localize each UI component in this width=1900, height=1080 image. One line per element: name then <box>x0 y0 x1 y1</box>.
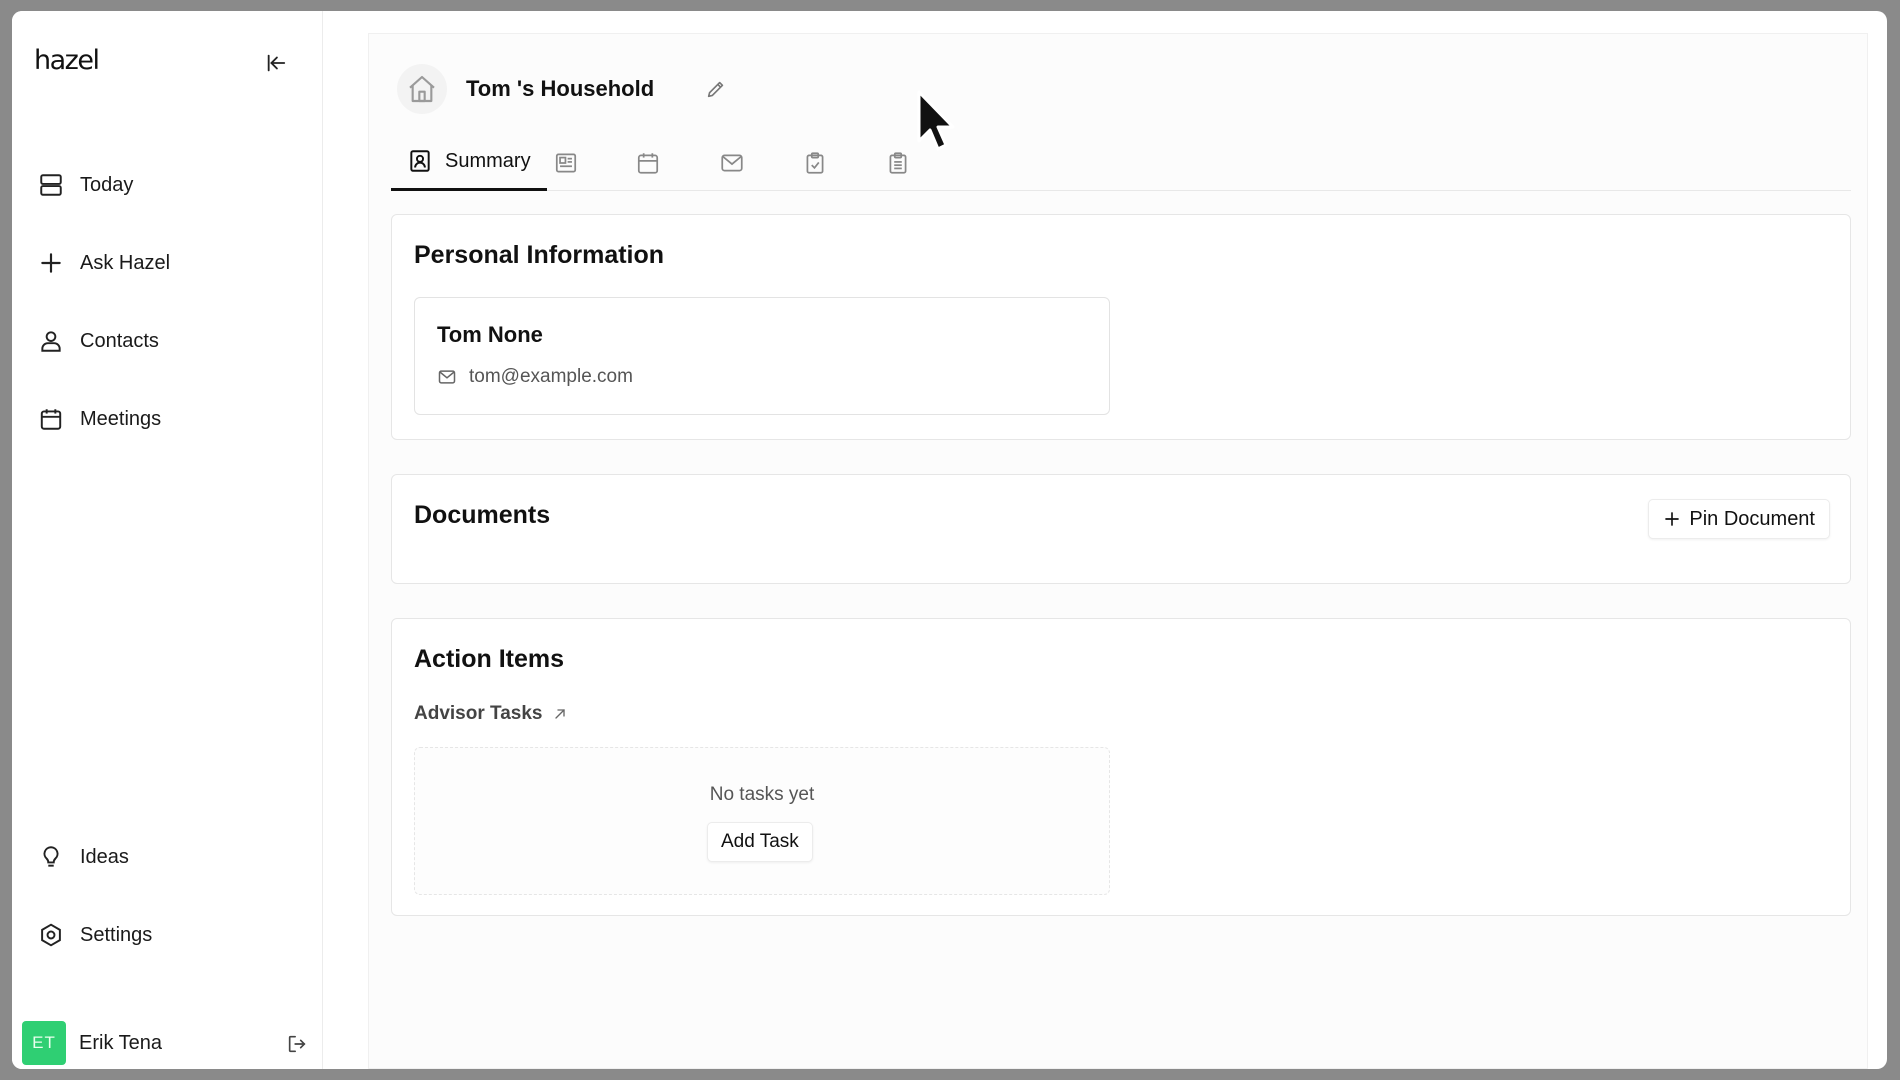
plus-icon <box>41 253 61 273</box>
button-label: Pin Document <box>1689 507 1815 530</box>
contact-name: Tom None <box>437 322 543 347</box>
section-title: Action Items <box>414 645 565 673</box>
contact-card-icon <box>410 150 430 172</box>
clipboard-list-icon <box>889 151 907 174</box>
contact-card[interactable]: Tom None tom@example.com <box>414 297 1110 415</box>
avatar: ET <box>22 1021 66 1065</box>
sidebar-item-label: Ask Hazel <box>80 251 171 274</box>
sidebar-item-label: Meetings <box>80 407 162 430</box>
home-icon <box>409 75 435 103</box>
mail-icon <box>721 154 743 171</box>
sidebar-item-settings[interactable]: Settings <box>38 915 308 955</box>
document-icon <box>555 152 577 173</box>
calendar-icon <box>40 409 62 430</box>
action-items-card: Action Items Advisor Tasks No tasks yet … <box>391 618 1851 916</box>
sidebar-item-today[interactable]: Today <box>38 165 308 205</box>
logout-button[interactable] <box>282 1029 312 1059</box>
gear-icon <box>41 923 61 947</box>
tab-calendar[interactable] <box>635 134 661 191</box>
subheading-label: Advisor Tasks <box>414 703 543 724</box>
today-icon <box>40 174 62 196</box>
household-main: Tom 's Household Summary Personal Inform… <box>368 33 1868 1069</box>
contact-email[interactable]: tom@example.com <box>437 366 633 388</box>
sidebar-item-ask-hazel[interactable]: Ask Hazel <box>38 243 308 283</box>
tab-notes[interactable] <box>885 134 911 191</box>
sidebar-item-label: Contacts <box>80 329 159 352</box>
collapse-sidebar-button[interactable] <box>260 47 292 79</box>
add-task-button[interactable]: Add Task <box>707 822 813 862</box>
pencil-icon <box>707 81 724 98</box>
user-profile[interactable]: ET Erik Tena <box>22 1021 312 1065</box>
clipboard-check-icon <box>806 151 824 174</box>
tab-tasks[interactable] <box>802 134 828 191</box>
logout-icon <box>288 1035 306 1053</box>
pin-document-button[interactable]: Pin Document <box>1648 499 1830 539</box>
section-title: Personal Information <box>414 241 665 269</box>
tab-label: Summary <box>445 149 531 172</box>
sidebar-item-ideas[interactable]: Ideas <box>38 837 308 877</box>
sidebar-item-meetings[interactable]: Meetings <box>38 399 308 439</box>
tasks-empty-state: No tasks yet Add Task <box>414 747 1110 895</box>
hazel-logo[interactable]: hazel <box>34 45 100 76</box>
collapse-left-icon <box>267 54 286 72</box>
mail-icon <box>438 370 456 384</box>
personal-information-card: Personal Information Tom None tom@exampl… <box>391 214 1851 440</box>
calendar-icon <box>637 152 659 174</box>
sidebar-item-label: Ideas <box>80 845 129 868</box>
sidebar-item-label: Settings <box>80 923 153 946</box>
tab-email[interactable] <box>719 134 745 191</box>
external-arrow-icon <box>555 709 566 719</box>
empty-message: No tasks yet <box>709 784 815 805</box>
sidebar-item-contacts[interactable]: Contacts <box>38 321 308 361</box>
sidebar: hazel Today Ask Hazel Contacts Meetings … <box>12 11 323 1069</box>
person-icon <box>41 331 61 352</box>
email-text: tom@example.com <box>469 366 633 387</box>
household-tabs: Summary <box>391 134 1851 191</box>
plus-icon <box>1665 512 1680 526</box>
section-title: Documents <box>414 501 551 529</box>
page-title: Tom 's Household <box>466 76 655 101</box>
tab-summary[interactable]: Summary <box>391 134 547 191</box>
mouse-cursor-icon <box>917 90 955 151</box>
edit-title-button[interactable] <box>701 74 731 104</box>
documents-card: Documents Pin Document <box>391 474 1851 584</box>
lightbulb-icon <box>43 846 59 867</box>
sidebar-item-label: Today <box>80 173 134 196</box>
advisor-tasks-link[interactable]: Advisor Tasks <box>414 703 568 725</box>
tab-documents[interactable] <box>553 134 579 191</box>
household-avatar <box>397 64 447 114</box>
user-name: Erik Tena <box>79 1031 163 1054</box>
app-window: hazel Today Ask Hazel Contacts Meetings … <box>12 11 1887 1069</box>
